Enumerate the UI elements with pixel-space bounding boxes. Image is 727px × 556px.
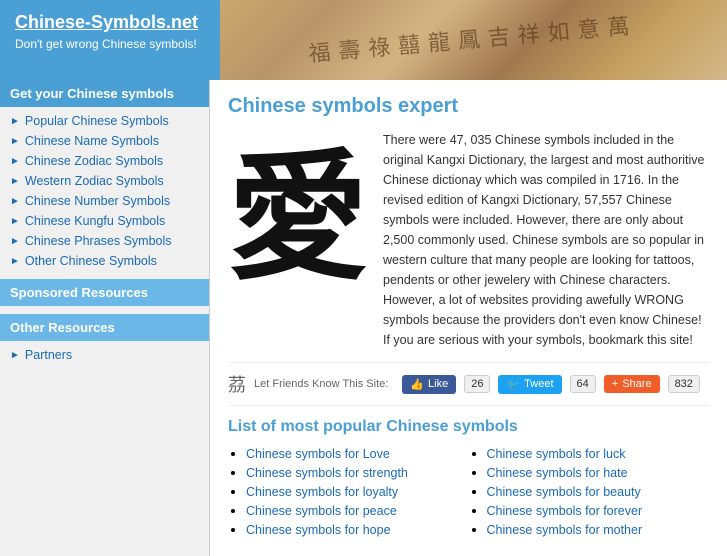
list-link-luck[interactable]: Chinese symbols for luck <box>487 447 626 461</box>
list-item: Chinese symbols for loyalty <box>246 484 469 499</box>
sidebar: Get your Chinese symbols ► Popular Chine… <box>0 80 210 556</box>
nav-arrow-icon: ► <box>10 236 20 247</box>
sidebar-item-kungfu-symbols[interactable]: ► Chinese Kungfu Symbols <box>0 211 209 231</box>
list-link-strength[interactable]: Chinese symbols for strength <box>246 466 408 480</box>
list-link-love[interactable]: Chinese symbols for Love <box>246 447 390 461</box>
header-left: Chinese-Symbols.net Don't get wrong Chin… <box>0 0 220 80</box>
sidebar-item-label: Chinese Kungfu Symbols <box>25 214 165 228</box>
nav-arrow-icon: ► <box>10 116 20 127</box>
sidebar-other-header: Other Resources <box>0 314 209 341</box>
nav-arrow-icon: ► <box>10 156 20 167</box>
content-area: 愛 There were 47, 035 Chinese symbols inc… <box>228 130 709 350</box>
nav-arrow-icon: ► <box>10 216 20 227</box>
nav-arrow-icon: ► <box>10 350 20 361</box>
social-bar: 茘 Let Friends Know This Site: 👍 Like 26 … <box>228 362 709 406</box>
sidebar-item-popular-chinese-symbols[interactable]: ► Popular Chinese Symbols <box>0 111 209 131</box>
sidebar-item-western-zodiac[interactable]: ► Western Zodiac Symbols <box>0 171 209 191</box>
chinese-char: 愛 <box>228 150 368 290</box>
tweet-label: Tweet <box>524 378 553 390</box>
nav-arrow-icon: ► <box>10 196 20 207</box>
sidebar-item-partners[interactable]: ► Partners <box>0 345 209 365</box>
sidebar-item-phrases-symbols[interactable]: ► Chinese Phrases Symbols <box>0 231 209 251</box>
share-label: Share <box>622 378 651 390</box>
list-item: Chinese symbols for forever <box>487 503 710 518</box>
share-icon: + <box>612 378 618 390</box>
sidebar-item-label: Popular Chinese Symbols <box>25 114 169 128</box>
social-label: Let Friends Know This Site: <box>254 378 388 390</box>
list-item: Chinese symbols for strength <box>246 465 469 480</box>
nav-arrow-icon: ► <box>10 136 20 147</box>
list-link-peace[interactable]: Chinese symbols for peace <box>246 504 397 518</box>
list-item: Chinese symbols for luck <box>487 446 710 461</box>
list-link-loyalty[interactable]: Chinese symbols for loyalty <box>246 485 398 499</box>
header-banner: 福壽祿囍龍鳳吉祥如意萬 <box>220 0 727 80</box>
sidebar-item-number-symbols[interactable]: ► Chinese Number Symbols <box>0 191 209 211</box>
sidebar-item-label: Chinese Phrases Symbols <box>25 234 172 248</box>
tweet-count: 64 <box>570 375 596 393</box>
share-button[interactable]: + Share <box>604 375 660 393</box>
main-content: Chinese symbols expert 愛 There were 47, … <box>210 80 727 556</box>
social-char: 茘 <box>228 371 246 397</box>
list-link-mother[interactable]: Chinese symbols for mother <box>487 523 643 537</box>
chinese-symbol-image: 愛 <box>228 130 368 310</box>
page-title: Chinese symbols expert <box>228 95 709 118</box>
page-layout: Get your Chinese symbols ► Popular Chine… <box>0 80 727 556</box>
list-item: Chinese symbols for peace <box>246 503 469 518</box>
popular-symbols-list: Chinese symbols for Love Chinese symbols… <box>228 446 709 541</box>
list-col-right: Chinese symbols for luck Chinese symbols… <box>469 446 710 541</box>
list-link-beauty[interactable]: Chinese symbols for beauty <box>487 485 641 499</box>
sidebar-item-other-symbols[interactable]: ► Other Chinese Symbols <box>0 251 209 271</box>
list-link-forever[interactable]: Chinese symbols for forever <box>487 504 643 518</box>
sidebar-item-label: Chinese Name Symbols <box>25 134 159 148</box>
sidebar-item-label: Other Chinese Symbols <box>25 254 157 268</box>
sidebar-item-label: Partners <box>25 348 72 362</box>
site-tagline: Don't get wrong Chinese symbols! <box>15 37 205 51</box>
site-header: Chinese-Symbols.net Don't get wrong Chin… <box>0 0 727 80</box>
sidebar-nav-header: Get your Chinese symbols <box>0 80 209 107</box>
like-button[interactable]: 👍 Like <box>402 375 456 394</box>
banner-bg: 福壽祿囍龍鳳吉祥如意萬 <box>220 0 727 80</box>
sidebar-item-label: Chinese Number Symbols <box>25 194 170 208</box>
tweet-button[interactable]: 🐦 Tweet <box>498 375 561 394</box>
like-icon: 👍 <box>410 378 424 391</box>
sidebar-item-label: Western Zodiac Symbols <box>25 174 164 188</box>
list-item: Chinese symbols for Love <box>246 446 469 461</box>
sidebar-item-name-symbols[interactable]: ► Chinese Name Symbols <box>0 131 209 151</box>
nav-arrow-icon: ► <box>10 176 20 187</box>
share-count: 832 <box>668 375 700 393</box>
list-item: Chinese symbols for mother <box>487 522 710 537</box>
like-label: Like <box>428 378 448 390</box>
list-item: Chinese symbols for beauty <box>487 484 710 499</box>
sidebar-sponsored-header: Sponsored Resources <box>0 279 209 306</box>
list-link-hate[interactable]: Chinese symbols for hate <box>487 466 628 480</box>
nav-arrow-icon: ► <box>10 256 20 267</box>
tweet-icon: 🐦 <box>506 378 520 391</box>
sidebar-item-label: Chinese Zodiac Symbols <box>25 154 163 168</box>
sidebar-item-zodiac-symbols[interactable]: ► Chinese Zodiac Symbols <box>0 151 209 171</box>
list-link-hope[interactable]: Chinese symbols for hope <box>246 523 391 537</box>
site-title[interactable]: Chinese-Symbols.net <box>15 12 205 33</box>
list-title: List of most popular Chinese symbols <box>228 418 709 436</box>
list-item: Chinese symbols for hope <box>246 522 469 537</box>
description-text: There were 47, 035 Chinese symbols inclu… <box>383 130 709 350</box>
like-count: 26 <box>464 375 490 393</box>
list-item: Chinese symbols for hate <box>487 465 710 480</box>
list-col-left: Chinese symbols for Love Chinese symbols… <box>228 446 469 541</box>
banner-chars: 福壽祿囍龍鳳吉祥如意萬 <box>308 12 639 67</box>
